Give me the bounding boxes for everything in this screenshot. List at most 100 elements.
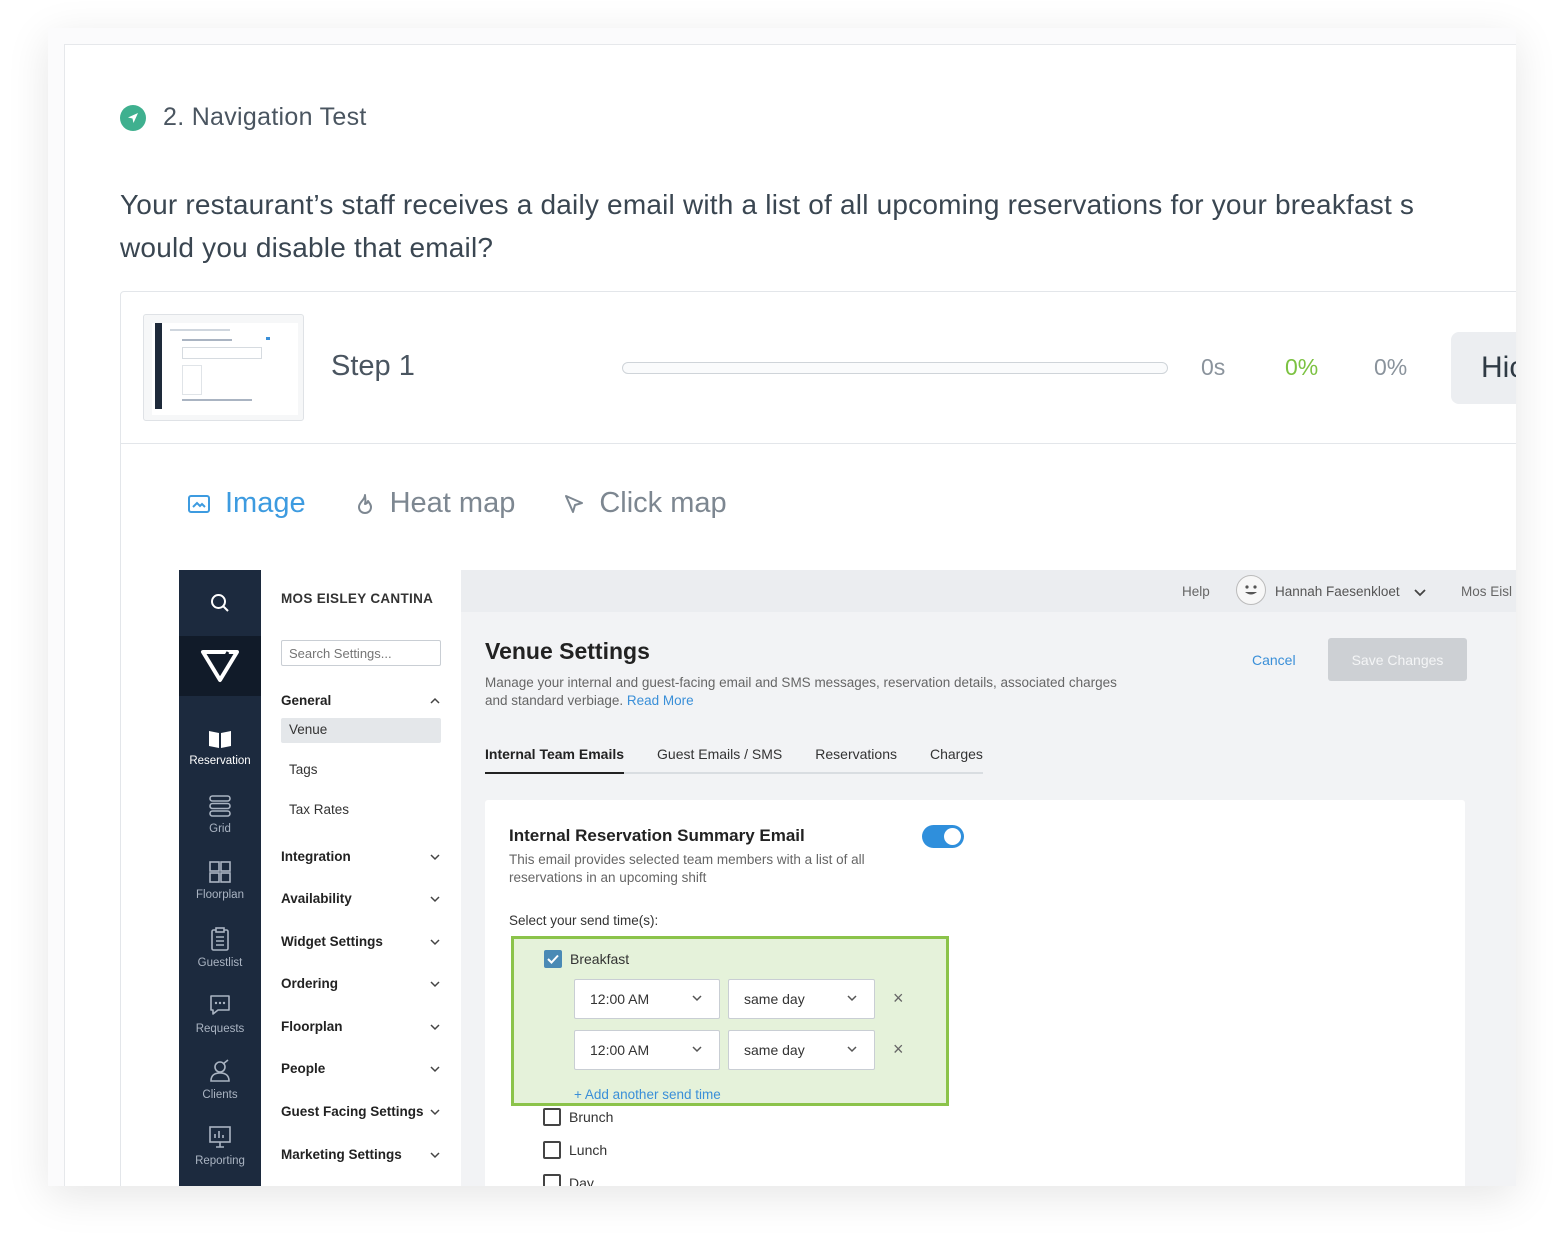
screenshot-preview: Reservation Grid Floorplan Guestlist Req… bbox=[179, 570, 1516, 1186]
settings-group-widget-settings[interactable]: Widget Settings bbox=[281, 934, 441, 949]
settings-group-availability[interactable]: Availability bbox=[281, 891, 441, 906]
send-day-dropdown[interactable]: same day bbox=[728, 979, 875, 1019]
toggle-knob bbox=[944, 828, 961, 845]
read-more-link[interactable]: Read More bbox=[627, 693, 694, 708]
settings-group-general[interactable]: General bbox=[281, 693, 441, 708]
grid-icon bbox=[209, 795, 231, 817]
step-time: 0s bbox=[1201, 354, 1226, 380]
rail-reporting[interactable]: Reporting bbox=[179, 1124, 261, 1167]
shift-label: Brunch bbox=[569, 1109, 614, 1125]
send-time-dropdown[interactable]: 12:00 AM bbox=[574, 1030, 720, 1070]
hide-button[interactable]: Hic bbox=[1451, 332, 1516, 404]
rail-reservation[interactable]: Reservation bbox=[179, 728, 261, 767]
question-header: 2. Navigation Test bbox=[120, 103, 367, 132]
rail-clients[interactable]: Clients bbox=[179, 1058, 261, 1101]
email-toggle[interactable] bbox=[922, 825, 964, 848]
result-card: 2. Navigation Test Your restaurant’s sta… bbox=[64, 44, 1516, 1186]
shift-lunch[interactable]: Lunch bbox=[543, 1141, 607, 1159]
user-menu[interactable]: Hannah Faesenkloet bbox=[1275, 584, 1427, 599]
checkbox[interactable] bbox=[543, 1174, 561, 1186]
settings-group-marketing[interactable]: Marketing Settings bbox=[281, 1147, 441, 1162]
tab-charges[interactable]: Charges bbox=[930, 746, 983, 772]
smiley-icon bbox=[1245, 585, 1257, 595]
settings-item-venue[interactable]: Venue bbox=[281, 718, 441, 743]
settings-group-label: Guest Facing Settings bbox=[281, 1104, 424, 1119]
settings-group-floorplan[interactable]: Floorplan bbox=[281, 1019, 441, 1034]
chat-icon bbox=[210, 995, 230, 1015]
send-time-dropdown[interactable]: 12:00 AM bbox=[574, 979, 720, 1019]
tab-heat-map[interactable]: Heat map bbox=[354, 487, 516, 520]
rail-floorplan[interactable]: Floorplan bbox=[179, 860, 261, 901]
page-description-text: Manage your internal and guest-facing em… bbox=[485, 675, 1117, 708]
user-name: Hannah Faesenkloet bbox=[1275, 584, 1400, 599]
send-day-dropdown[interactable]: same day bbox=[728, 1030, 875, 1070]
rail-requests[interactable]: Requests bbox=[179, 992, 261, 1035]
page-description: Manage your internal and guest-facing em… bbox=[485, 674, 1125, 710]
search-icon bbox=[211, 594, 229, 612]
question-text-line1: Your restaurant’s staff receives a daily… bbox=[120, 189, 1415, 220]
checkbox-checked[interactable] bbox=[544, 950, 562, 968]
add-send-time-link[interactable]: + Add another send time bbox=[574, 1087, 721, 1102]
chevron-down-icon bbox=[692, 1046, 702, 1053]
cancel-button[interactable]: Cancel bbox=[1252, 652, 1296, 668]
settings-item-tags[interactable]: Tags bbox=[281, 758, 441, 783]
avatar[interactable] bbox=[1236, 575, 1266, 605]
chevron-up-icon bbox=[430, 697, 440, 704]
chevron-down-icon bbox=[430, 1108, 440, 1115]
settings-group-label: Integration bbox=[281, 849, 351, 864]
rail-grid[interactable]: Grid bbox=[179, 794, 261, 835]
save-changes-button[interactable]: Save Changes bbox=[1328, 638, 1467, 681]
navigation-icon bbox=[120, 104, 146, 131]
rail-requests-label: Requests bbox=[195, 1023, 245, 1035]
chevron-down-icon bbox=[430, 938, 440, 945]
email-description: This email provides selected team member… bbox=[509, 852, 865, 885]
email-title: Internal Reservation Summary Email bbox=[509, 826, 805, 845]
tab-image[interactable]: Image bbox=[187, 487, 306, 520]
app-topbar: Help Hannah Faesenkloet Mos Eisl bbox=[461, 570, 1516, 612]
settings-group-label: Widget Settings bbox=[281, 934, 383, 949]
shift-day[interactable]: Day bbox=[543, 1174, 594, 1186]
remove-time-button[interactable]: × bbox=[893, 988, 904, 1009]
question-title: 2. Navigation Test bbox=[163, 103, 367, 131]
chevron-down-icon bbox=[847, 995, 857, 1002]
chevron-down-icon bbox=[430, 1065, 440, 1072]
app-rail: Reservation Grid Floorplan Guestlist Req… bbox=[179, 570, 261, 1186]
chevron-down-icon bbox=[430, 1023, 440, 1030]
step-thumbnail[interactable] bbox=[143, 314, 304, 421]
step-other-rate: 0% bbox=[1374, 354, 1408, 380]
check-icon bbox=[547, 954, 559, 964]
tab-reservations[interactable]: Reservations bbox=[815, 746, 897, 772]
clients-icon bbox=[210, 1059, 230, 1082]
help-link[interactable]: Help bbox=[1182, 584, 1210, 599]
settings-group-people[interactable]: People bbox=[281, 1061, 441, 1076]
remove-time-button[interactable]: × bbox=[893, 1039, 904, 1060]
question-text: Your restaurant’s staff receives a daily… bbox=[120, 183, 1516, 269]
tab-guest-emails-sms[interactable]: Guest Emails / SMS bbox=[657, 746, 782, 772]
settings-group-label: Floorplan bbox=[281, 1019, 343, 1034]
settings-group-label: Marketing Settings bbox=[281, 1147, 402, 1162]
chevron-down-icon bbox=[430, 853, 440, 860]
tab-internal-team-emails[interactable]: Internal Team Emails bbox=[485, 746, 625, 774]
settings-item-tax-rates[interactable]: Tax Rates bbox=[281, 798, 441, 823]
shift-breakfast[interactable]: Breakfast bbox=[544, 950, 629, 968]
rail-grid-label: Grid bbox=[209, 823, 231, 835]
rail-floorplan-label: Floorplan bbox=[196, 889, 244, 901]
view-tabs: Image Heat map Click map bbox=[187, 487, 775, 520]
tab-click-map[interactable]: Click map bbox=[563, 487, 727, 520]
venue-switcher[interactable]: Mos Eisl bbox=[1461, 584, 1512, 599]
settings-tabs: Internal Team Emails Guest Emails / SMS … bbox=[485, 746, 983, 774]
settings-group-guest-facing[interactable]: Guest Facing Settings bbox=[281, 1104, 441, 1119]
settings-search-input[interactable] bbox=[281, 640, 441, 666]
settings-group-integration[interactable]: Integration bbox=[281, 849, 441, 864]
tab-heat-map-label: Heat map bbox=[389, 487, 516, 519]
settings-group-ordering[interactable]: Ordering bbox=[281, 976, 441, 991]
rail-search[interactable] bbox=[179, 570, 261, 636]
rail-guestlist[interactable]: Guestlist bbox=[179, 926, 261, 969]
dropdown-value: 12:00 AM bbox=[590, 1042, 650, 1058]
checkbox[interactable] bbox=[543, 1141, 561, 1159]
correct-area-highlight: Breakfast 12:00 AM same day × 12:00 AM s… bbox=[511, 936, 949, 1106]
checkbox[interactable] bbox=[543, 1108, 561, 1126]
settings-sidebar: MOS EISLEY CANTINA General Venue Tags Ta… bbox=[261, 570, 461, 1186]
shift-brunch[interactable]: Brunch bbox=[543, 1108, 613, 1126]
chevron-down-icon bbox=[430, 980, 440, 987]
